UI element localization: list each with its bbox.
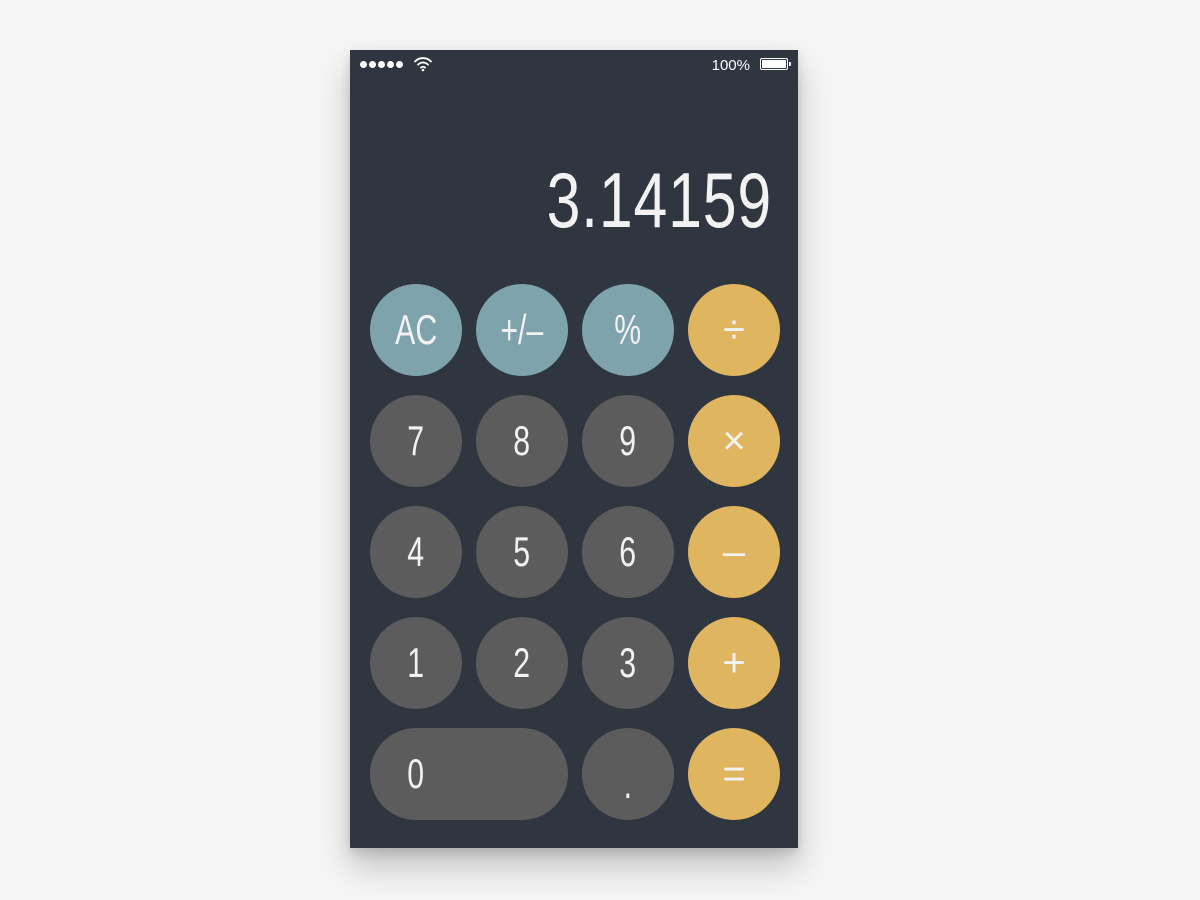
digit-2-button[interactable]: 2 (476, 617, 568, 709)
add-label: + (722, 641, 746, 685)
decimal-button[interactable]: . (582, 728, 674, 820)
digit-5-label: 5 (513, 528, 531, 575)
plus-minus-button[interactable]: +/– (476, 284, 568, 376)
multiply-button[interactable]: × (688, 395, 780, 487)
divide-button[interactable]: ÷ (688, 284, 780, 376)
wifi-icon (414, 57, 432, 72)
calculator-screen: 100% 3.14159 AC +/– % ÷ 7 8 9 × 4 5 6 – … (350, 50, 798, 848)
digit-3-label: 3 (619, 639, 637, 686)
percent-label: % (614, 306, 642, 353)
decimal-label: . (623, 760, 633, 807)
add-button[interactable]: + (688, 617, 780, 709)
battery-icon (760, 58, 791, 70)
digit-1-label: 1 (407, 639, 425, 686)
digit-0-button[interactable]: 0 (370, 728, 568, 820)
percent-button[interactable]: % (582, 284, 674, 376)
digit-4-label: 4 (407, 528, 425, 575)
digit-4-button[interactable]: 4 (370, 506, 462, 598)
digit-9-button[interactable]: 9 (582, 395, 674, 487)
digit-7-button[interactable]: 7 (370, 395, 462, 487)
signal-strength-icon (360, 61, 403, 69)
digit-7-label: 7 (407, 417, 425, 464)
digit-6-label: 6 (619, 528, 637, 575)
divide-label: ÷ (723, 308, 745, 352)
battery-percentage: 100% (711, 57, 750, 74)
subtract-button[interactable]: – (688, 506, 780, 598)
digit-2-label: 2 (513, 639, 531, 686)
plus-minus-label: +/– (500, 306, 544, 353)
keypad: AC +/– % ÷ 7 8 9 × 4 5 6 – 1 2 3 + 0 . = (370, 284, 780, 821)
digit-6-button[interactable]: 6 (582, 506, 674, 598)
status-bar: 100% (350, 50, 798, 80)
digit-8-label: 8 (513, 417, 531, 464)
digit-3-button[interactable]: 3 (582, 617, 674, 709)
equals-button[interactable]: = (688, 728, 780, 820)
clear-button[interactable]: AC (370, 284, 462, 376)
digit-1-button[interactable]: 1 (370, 617, 462, 709)
digit-8-button[interactable]: 8 (476, 395, 568, 487)
subtract-label: – (722, 530, 746, 574)
digit-9-label: 9 (619, 417, 637, 464)
digit-0-label: 0 (407, 750, 425, 797)
battery-fill (762, 60, 786, 68)
equals-label: = (722, 752, 746, 796)
result-display: 3.14159 (546, 156, 772, 244)
clear-label: AC (394, 306, 438, 353)
digit-5-button[interactable]: 5 (476, 506, 568, 598)
multiply-label: × (722, 419, 746, 463)
